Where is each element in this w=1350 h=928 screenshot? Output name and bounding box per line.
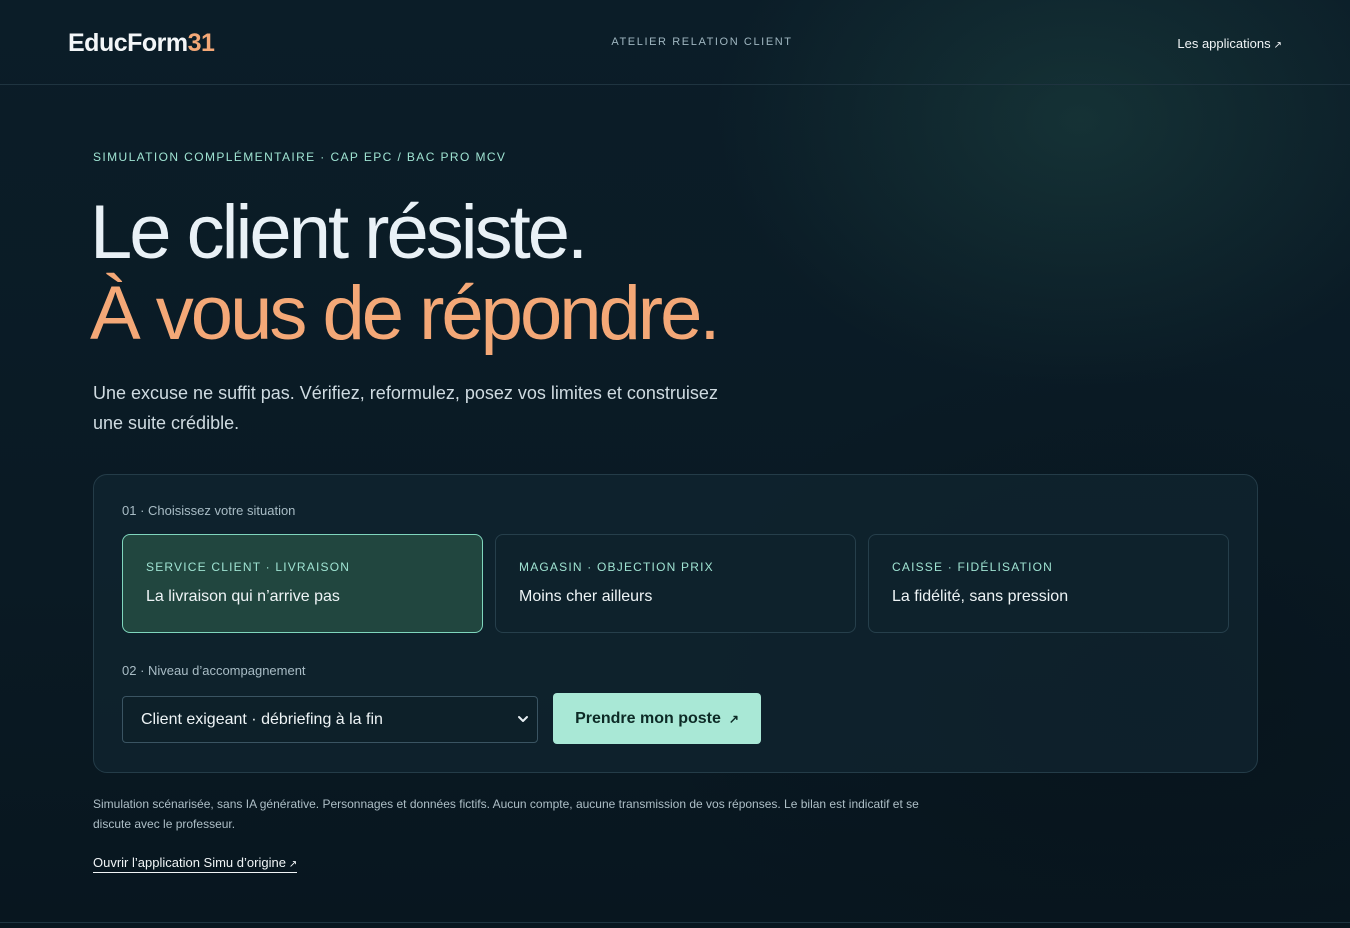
start-button[interactable]: Prendre mon poste ↗ bbox=[553, 693, 761, 744]
level-select[interactable]: Client exigeant · débriefing à la fin bbox=[122, 696, 538, 743]
level-select-value: Client exigeant · débriefing à la fin bbox=[141, 711, 383, 728]
card-title: La fidélité, sans pression bbox=[892, 588, 1069, 605]
card-title: Moins cher ailleurs bbox=[519, 588, 653, 605]
situation-card-livraison[interactable]: SERVICE CLIENT · LIVRAISON La livraison … bbox=[122, 534, 483, 633]
situation-card-fidelisation[interactable]: CAISSE · FIDÉLISATION La fidélité, sans … bbox=[868, 534, 1229, 633]
origin-link-label: Ouvrir l’application Simu d’origine bbox=[93, 855, 286, 870]
card-tag: MAGASIN · OBJECTION PRIX bbox=[519, 560, 714, 574]
disclaimer: Simulation scénarisée, sans IA générativ… bbox=[93, 797, 919, 831]
situation-card-prix[interactable]: MAGASIN · OBJECTION PRIX Moins cher aill… bbox=[495, 534, 856, 633]
hero-title: Le client résiste. À vous de répondre. bbox=[90, 190, 720, 356]
lead-text: Une excuse ne suffit pas. Vérifiez, refo… bbox=[93, 383, 718, 433]
header-title: ATELIER RELATION CLIENT bbox=[611, 36, 793, 48]
hero-line-2: À vous de répondre. bbox=[90, 271, 720, 356]
step-1-label: 01 · Choisissez votre situation bbox=[122, 503, 296, 518]
card-tag: SERVICE CLIENT · LIVRAISON bbox=[146, 560, 351, 574]
setup-panel: 01 · Choisissez votre situation SERVICE … bbox=[93, 474, 1258, 773]
external-link-icon: ↗ bbox=[288, 859, 298, 870]
hero-line-1: Le client résiste. bbox=[90, 190, 588, 275]
card-title: La livraison qui n’arrive pas bbox=[146, 588, 340, 605]
chevron-down-icon bbox=[518, 716, 528, 722]
start-button-label: Prendre mon poste bbox=[575, 709, 721, 727]
external-link-icon: ↗ bbox=[1273, 40, 1282, 51]
step-2-label: 02 · Niveau d’accompagnement bbox=[122, 663, 306, 678]
bottom-divider bbox=[0, 922, 1350, 923]
external-link-icon: ↗ bbox=[728, 711, 739, 726]
top-bar: EducForm31 ATELIER RELATION CLIENT Les a… bbox=[0, 0, 1350, 85]
apps-link-label: Les applications bbox=[1177, 36, 1271, 51]
card-tag: CAISSE · FIDÉLISATION bbox=[892, 560, 1054, 574]
origin-app-link[interactable]: Ouvrir l’application Simu d’origine ↗ bbox=[93, 855, 298, 873]
eyebrow: SIMULATION COMPLÉMENTAIRE · CAP EPC / BA… bbox=[93, 150, 507, 164]
apps-link[interactable]: Les applications ↗ bbox=[1177, 36, 1282, 51]
